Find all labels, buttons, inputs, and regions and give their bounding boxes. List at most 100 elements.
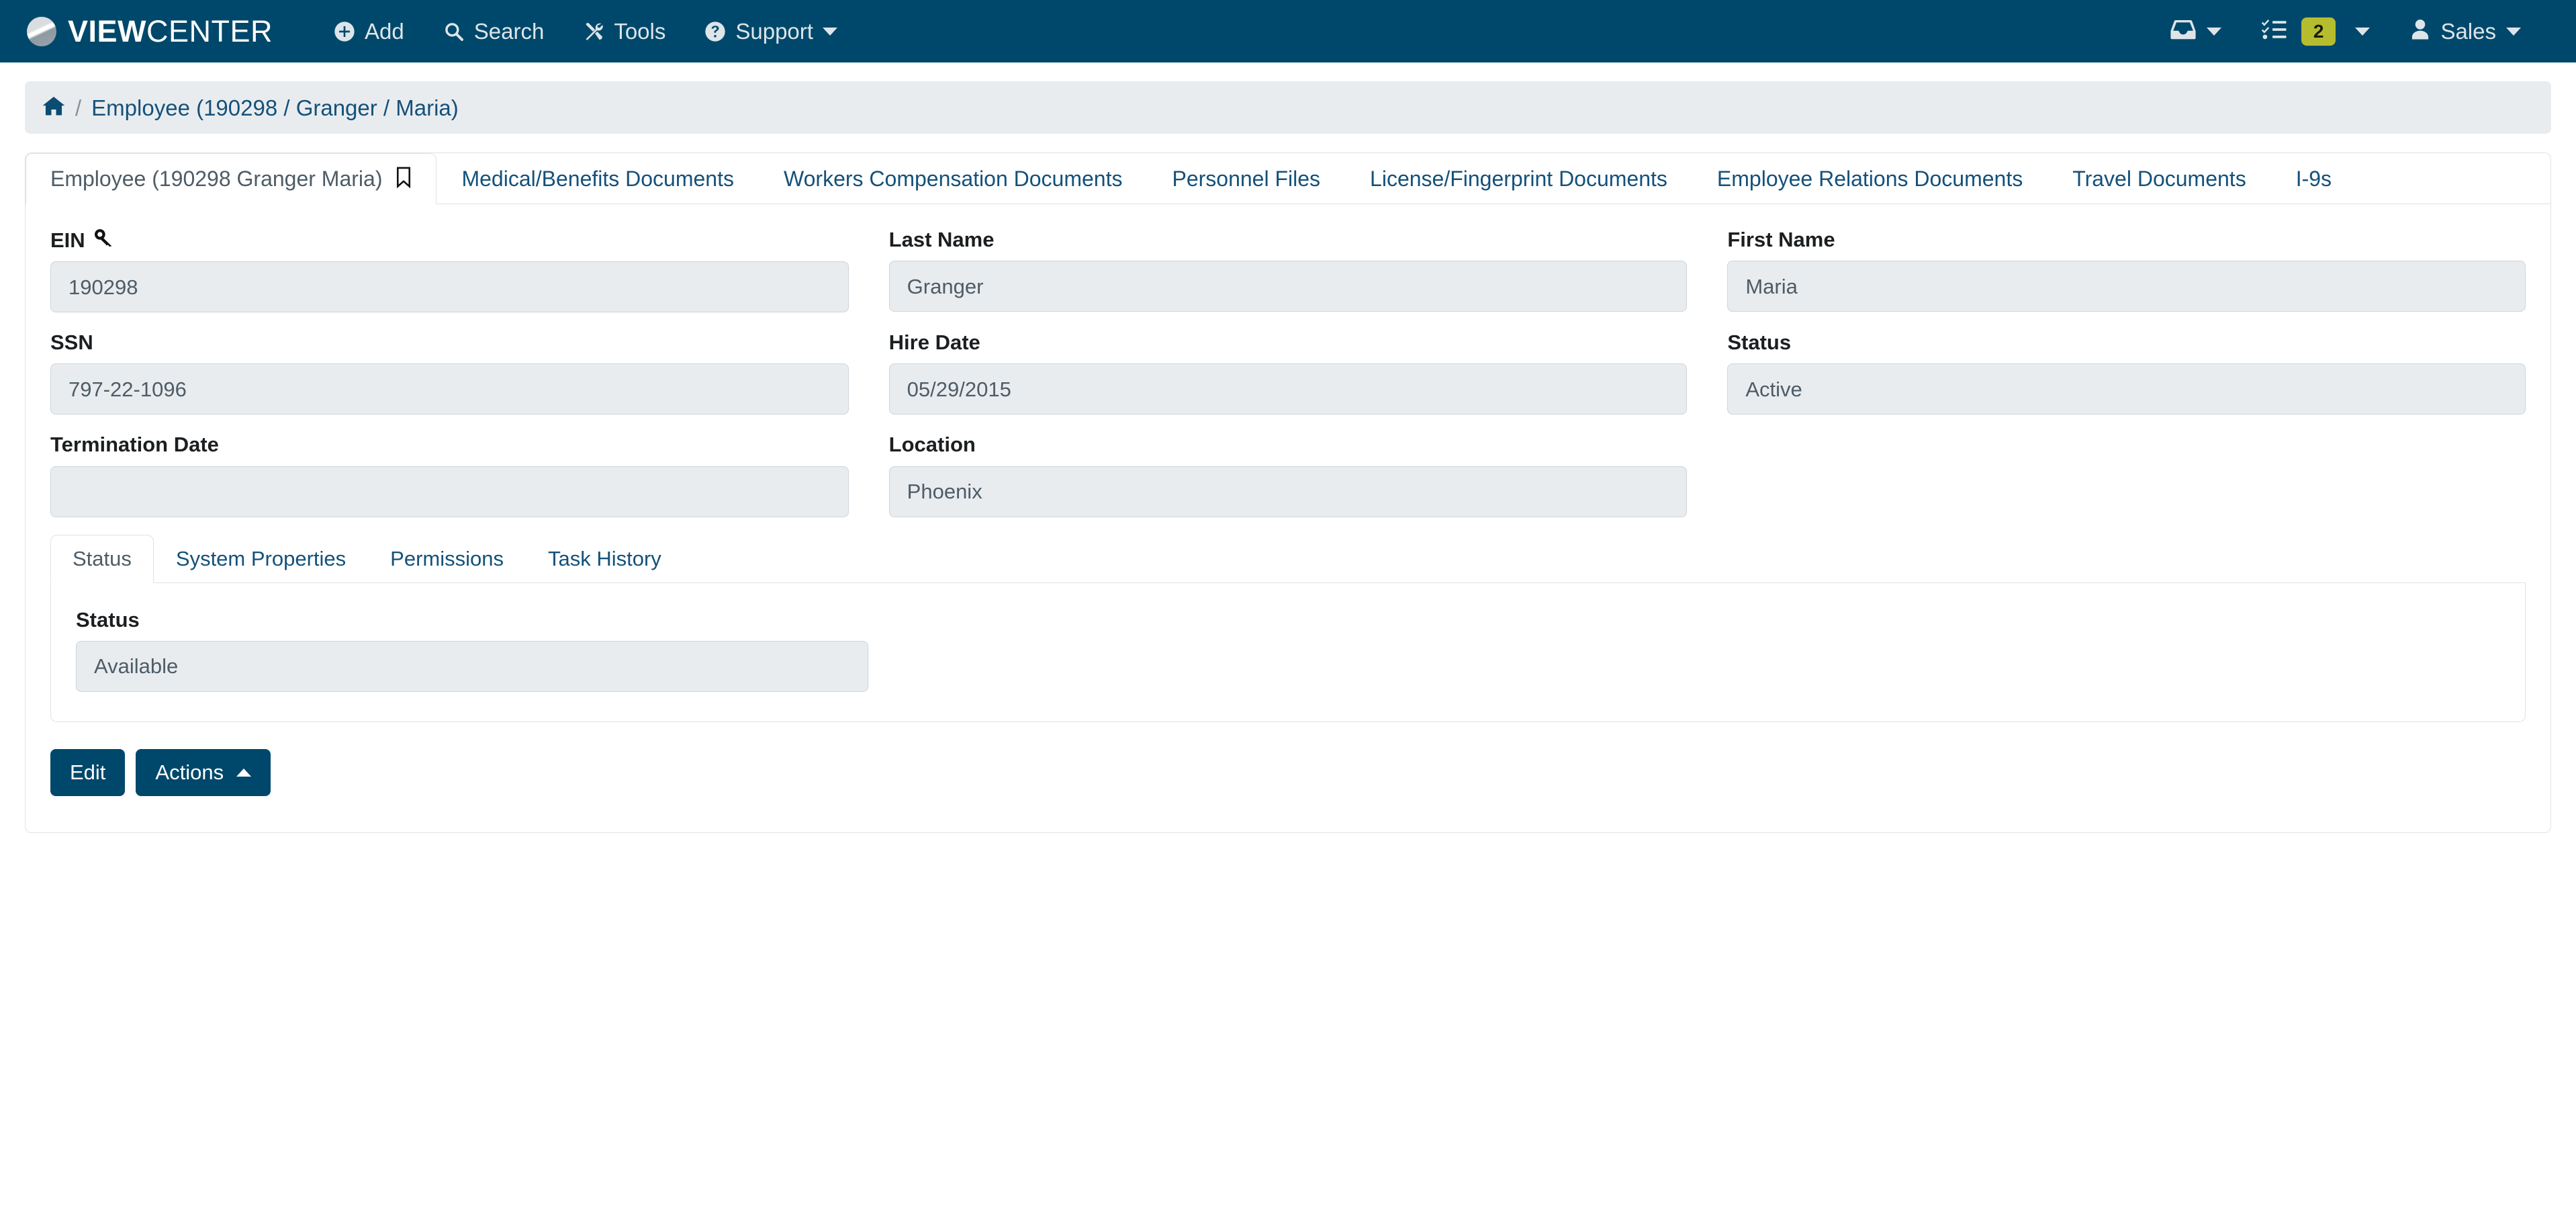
form-row-1: EIN 190298 Last Name Granger First Name … [50,227,2526,313]
location-label: Location [888,433,976,457]
field-group-ein: EIN 190298 [50,227,849,313]
brand-wordmark: VIEWCENTER [68,16,273,46]
breadcrumb: / Employee (190298 / Granger / Maria) [25,81,2551,134]
edit-button-label: Edit [70,760,106,785]
chevron-down-icon [2355,27,2371,36]
tab-permissions[interactable]: Permissions [368,535,526,583]
nav-item-support[interactable]: Support [685,20,857,42]
detail-tabs: Status System Properties Permissions Tas… [50,534,2526,583]
tab-task-history[interactable]: Task History [526,535,684,583]
tab-permissions-label: Permissions [390,547,504,571]
detail-status-label: Status [76,607,140,631]
breadcrumb-home-link[interactable] [42,96,65,120]
field-group-termination-date: Termination Date [50,432,849,517]
tab-personnel-files[interactable]: Personnel Files [1147,153,1345,204]
tasks-count-badge: 2 [2301,17,2336,46]
tab-travel-documents[interactable]: Travel Documents [2048,153,2270,204]
status-label: Status [1727,331,1792,355]
brand-logo-link[interactable]: VIEWCENTER [27,16,273,46]
ssn-input[interactable]: 797-22-1096 [50,363,849,415]
employee-form: EIN 190298 Last Name Granger First Name … [26,204,2550,517]
tab-employee-relations-documents[interactable]: Employee Relations Documents [1692,153,2048,204]
inbox-icon [2170,19,2197,44]
tab-system-properties-label: System Properties [175,547,347,571]
plus-circle-icon [334,21,355,42]
bookmark-icon[interactable] [396,167,412,191]
task-list-icon [2261,19,2287,44]
tab-medical-benefits-documents-label: Medical/Benefits Documents [461,167,734,191]
chevron-down-icon [2206,27,2221,36]
actions-button[interactable]: Actions [136,748,271,796]
hire-date-label: Hire Date [888,331,980,355]
ein-label-text: EIN [50,228,85,252]
secondary-nav: 2 Sales [2150,17,2541,46]
tab-personnel-files-label: Personnel Files [1172,167,1321,191]
primary-nav: Add Search Tools Support [314,20,857,42]
user-icon [2410,19,2430,44]
search-icon [443,21,465,42]
tab-employee-label: Employee (190298 Granger Maria) [50,167,383,191]
action-bar: Edit Actions [26,722,2550,832]
brand-wordmark-bold: VIEW [68,14,147,48]
first-name-label: First Name [1727,228,1835,251]
ein-label: EIN [50,227,849,253]
location-input[interactable]: Phoenix [888,466,1688,517]
last-name-input[interactable]: Granger [888,261,1688,312]
form-row-2: SSN 797-22-1096 Hire Date 05/29/2015 Sta… [50,330,2526,415]
tab-employee[interactable]: Employee (190298 Granger Maria) [26,153,437,204]
field-group-hire-date: Hire Date 05/29/2015 [888,330,1688,415]
tab-i9s[interactable]: I-9s [2271,153,2356,204]
nav-item-tasks[interactable]: 2 [2242,17,2391,46]
last-name-label: Last Name [888,228,995,251]
tab-system-properties[interactable]: System Properties [154,535,368,583]
top-navbar: VIEWCENTER Add Search Tools Support 2 Sa… [0,0,2576,62]
breadcrumb-current[interactable]: Employee (190298 / Granger / Maria) [91,97,459,119]
tab-employee-relations-documents-label: Employee Relations Documents [1716,167,2023,191]
first-name-input[interactable]: Maria [1727,261,2526,312]
key-icon[interactable] [93,227,113,253]
edit-button[interactable]: Edit [50,748,126,796]
detail-status-input[interactable]: Available [76,640,868,692]
field-group-spacer [1727,432,2526,517]
chevron-down-icon [822,27,837,36]
employee-record-card: Employee (190298 Granger Maria) Medical/… [25,152,2551,833]
field-group-location: Location Phoenix [888,432,1688,517]
detail-panel-body: Status Available [50,582,2526,722]
breadcrumb-separator: / [75,95,82,120]
tab-medical-benefits-documents[interactable]: Medical/Benefits Documents [436,153,759,204]
user-menu-label: Sales [2440,19,2496,44]
tab-status-label: Status [73,547,132,571]
tab-task-history-label: Task History [547,547,661,571]
tab-license-fingerprint-documents-label: License/Fingerprint Documents [1370,167,1667,191]
nav-item-user-menu[interactable]: Sales [2390,19,2541,44]
nav-item-search[interactable]: Search [424,20,564,42]
nav-item-tools[interactable]: Tools [563,20,685,42]
nav-item-add-label: Add [365,19,404,44]
field-group-last-name: Last Name Granger [888,227,1688,312]
viewcenter-logo-icon [27,16,56,46]
nav-item-add[interactable]: Add [314,20,424,42]
hire-date-input[interactable]: 05/29/2015 [888,363,1688,415]
tab-workers-compensation-documents[interactable]: Workers Compensation Documents [759,153,1148,204]
nav-item-search-label: Search [473,19,545,44]
tools-icon [583,21,604,42]
brand-wordmark-light: CENTER [146,14,273,48]
nav-item-support-label: Support [735,19,813,44]
ein-input[interactable]: 190298 [50,261,849,313]
tab-workers-compensation-documents-label: Workers Compensation Documents [783,167,1123,191]
tab-status[interactable]: Status [50,534,154,583]
field-group-status: Status Active [1727,330,2526,415]
chevron-down-icon [2506,27,2521,36]
tab-license-fingerprint-documents[interactable]: License/Fingerprint Documents [1345,153,1692,204]
question-circle-icon [704,21,726,42]
status-input[interactable]: Active [1727,363,2526,415]
nav-item-inbox[interactable] [2150,19,2242,44]
termination-date-input[interactable] [50,466,849,517]
field-group-ssn: SSN 797-22-1096 [50,330,849,415]
tab-i9s-label: I-9s [2295,167,2332,191]
nav-item-tools-label: Tools [614,19,666,44]
ssn-label: SSN [50,331,93,355]
field-group-detail-status: Status Available [76,607,868,692]
document-tabs: Employee (190298 Granger Maria) Medical/… [26,153,2550,204]
tab-travel-documents-label: Travel Documents [2072,167,2246,191]
